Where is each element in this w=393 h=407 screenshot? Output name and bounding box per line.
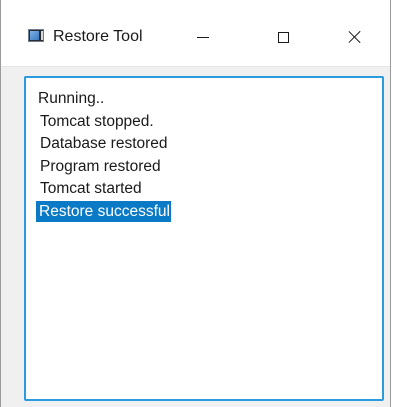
log-line: Database restored	[40, 135, 168, 152]
maximize-icon	[277, 31, 289, 43]
log-line: Running..	[38, 90, 105, 107]
log-line: Tomcat started	[40, 180, 142, 197]
close-button[interactable]	[332, 22, 378, 52]
minimize-icon	[197, 36, 209, 38]
log-line: Program restored	[40, 157, 161, 175]
window-title: Restore Tool	[53, 28, 143, 45]
minimize-button[interactable]	[180, 22, 226, 52]
log-line-selected: Restore successful	[36, 200, 382, 224]
app-window-icon	[28, 29, 44, 42]
log-line: Tomcat stopped.	[40, 112, 154, 130]
restore-tool-window: Restore Tool Running.. Tomcat stopped. D…	[0, 0, 391, 407]
close-icon	[348, 30, 362, 44]
log-text-area[interactable]: Running.. Tomcat stopped. Database resto…	[24, 76, 384, 401]
maximize-button[interactable]	[260, 22, 306, 52]
title-bar[interactable]: Restore Tool	[1, 0, 390, 67]
